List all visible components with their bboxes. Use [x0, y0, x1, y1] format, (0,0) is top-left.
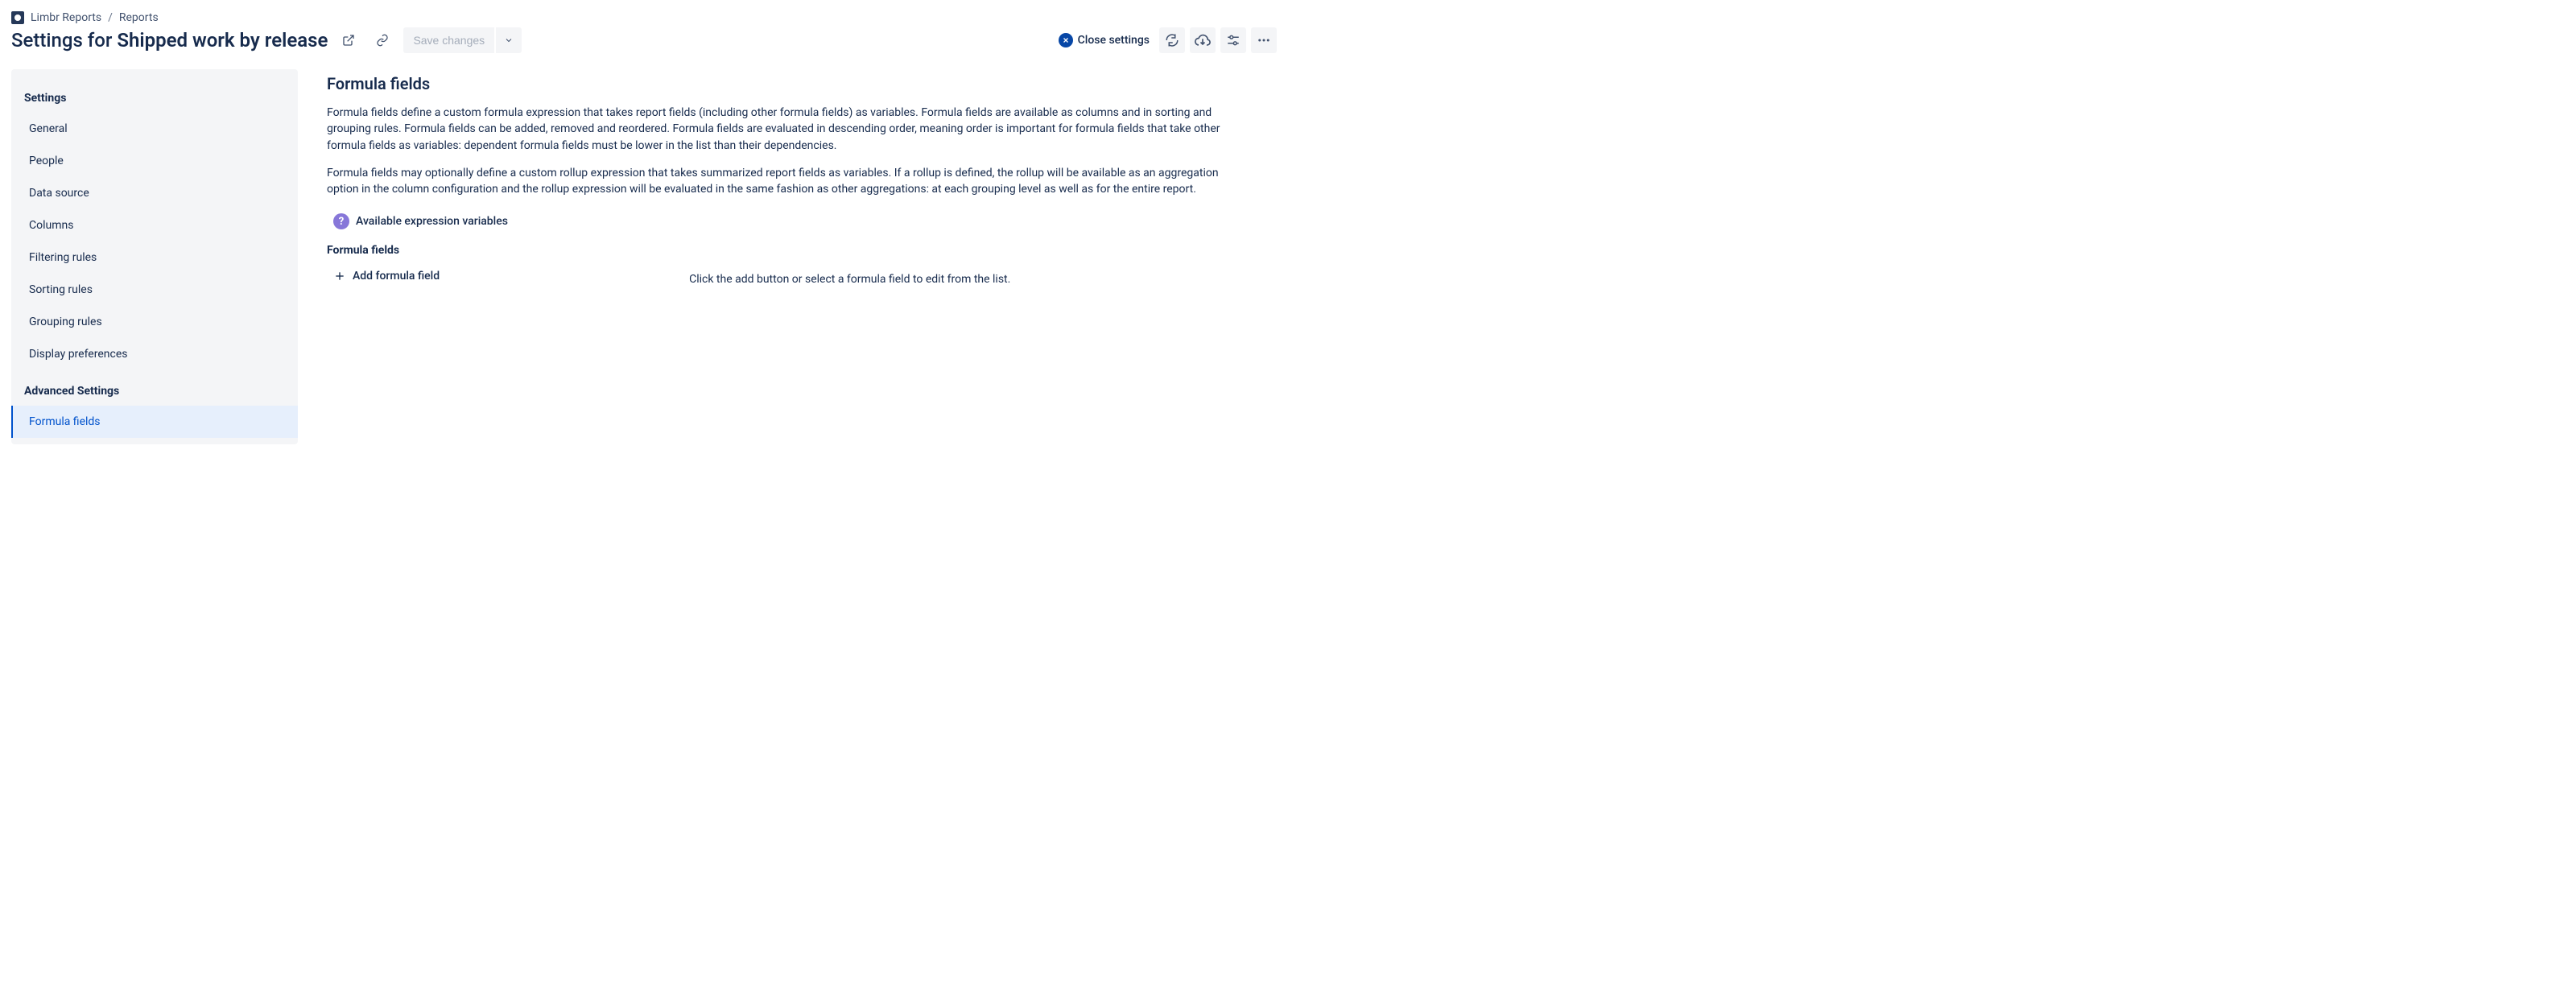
page-title-prefix: Settings for — [11, 29, 117, 52]
content-panel: Formula fields Formula fields define a c… — [327, 69, 1277, 444]
breadcrumb: Limbr Reports / Reports — [11, 11, 1277, 24]
sidebar-item-label: Sorting rules — [29, 283, 93, 296]
cloud-download-icon[interactable] — [1190, 27, 1216, 53]
add-formula-label: Add formula field — [353, 270, 440, 283]
save-split-button: Save changes — [403, 27, 522, 53]
sidebar-item-columns[interactable]: Columns — [11, 209, 298, 241]
breadcrumb-separator: / — [108, 11, 113, 24]
sidebar-item-label: Columns — [29, 219, 73, 232]
sidebar-item-grouping-rules[interactable]: Grouping rules — [11, 306, 298, 338]
copy-link-icon[interactable] — [369, 27, 395, 53]
sidebar-item-general[interactable]: General — [11, 113, 298, 145]
save-button[interactable]: Save changes — [403, 27, 494, 53]
close-settings-label: Close settings — [1078, 34, 1150, 47]
add-formula-field-button[interactable]: Add formula field — [327, 270, 440, 283]
content-paragraph-1: Formula fields define a custom formula e… — [327, 105, 1228, 154]
sidebar-item-label: Display preferences — [29, 348, 127, 361]
sidebar-item-data-source[interactable]: Data source — [11, 177, 298, 209]
content-paragraph-2: Formula fields may optionally define a c… — [327, 165, 1228, 198]
help-icon: ? — [333, 213, 349, 229]
formula-hint: Click the add button or select a formula… — [689, 273, 1010, 286]
sidebar-item-label: People — [29, 155, 64, 167]
sidebar-item-sorting-rules[interactable]: Sorting rules — [11, 274, 298, 306]
plus-icon — [333, 270, 346, 283]
sidebar-heading-advanced: Advanced Settings — [11, 378, 298, 406]
expr-var-label: Available expression variables — [356, 215, 508, 228]
page-title: Settings for Shipped work by release — [11, 29, 328, 52]
subsection-title: Formula fields — [327, 244, 1277, 257]
more-menu-icon[interactable] — [1251, 27, 1277, 53]
sidebar-item-filtering-rules[interactable]: Filtering rules — [11, 241, 298, 274]
sidebar-heading-settings: Settings — [11, 85, 298, 113]
settings-sidebar: Settings General People Data source Colu… — [11, 69, 298, 444]
app-logo-icon — [11, 11, 24, 24]
sidebar-item-label: Filtering rules — [29, 251, 97, 264]
content-title: Formula fields — [327, 74, 1277, 93]
sidebar-item-label: Grouping rules — [29, 316, 102, 328]
available-expression-variables-link[interactable]: ? Available expression variables — [333, 213, 508, 229]
close-settings-button[interactable]: Close settings — [1054, 33, 1154, 47]
page-title-name: Shipped work by release — [117, 29, 328, 52]
breadcrumb-section[interactable]: Reports — [119, 11, 159, 24]
refresh-icon[interactable] — [1159, 27, 1185, 53]
sidebar-item-label: General — [29, 122, 68, 135]
sidebar-item-display-preferences[interactable]: Display preferences — [11, 338, 298, 370]
sidebar-item-formula-fields[interactable]: Formula fields — [11, 406, 298, 438]
breadcrumb-app[interactable]: Limbr Reports — [31, 11, 101, 24]
settings-sliders-icon[interactable] — [1220, 27, 1246, 53]
sidebar-item-label: Data source — [29, 187, 89, 200]
save-dropdown-button[interactable] — [496, 27, 522, 53]
sidebar-item-label: Formula fields — [29, 415, 101, 428]
open-external-icon[interactable] — [336, 27, 361, 53]
close-icon — [1059, 33, 1073, 47]
sidebar-item-people[interactable]: People — [11, 145, 298, 177]
